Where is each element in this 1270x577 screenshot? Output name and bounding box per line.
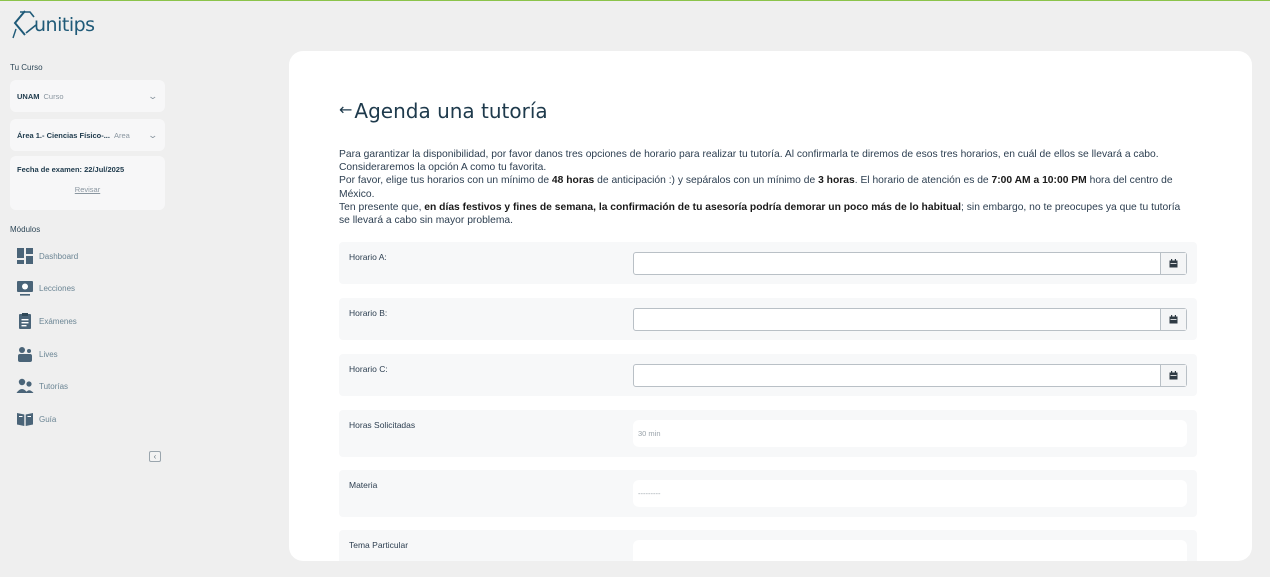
horario-a-input[interactable] — [633, 252, 1187, 275]
lives-icon — [16, 345, 34, 363]
chevron-down-icon: ⌄ — [147, 90, 159, 101]
sidebar-item-label: Tutorías — [39, 381, 69, 391]
horario-b-label: Horario B: — [349, 308, 388, 318]
horario-a-row: Horario A: — [339, 242, 1197, 284]
sidebar-item-dashboard[interactable]: Dashboard — [16, 247, 78, 265]
dashboard-icon — [16, 247, 34, 265]
horario-a-label: Horario A: — [349, 252, 387, 262]
sidebar-item-lives[interactable]: Lives — [16, 345, 58, 363]
tema-particular-row: Tema Particular — [339, 530, 1197, 561]
horario-a-field[interactable] — [634, 253, 1160, 274]
horario-c-input[interactable] — [633, 364, 1187, 387]
sidebar-item-label: Guía — [39, 414, 57, 424]
course-section-label: Tu Curso — [10, 63, 43, 72]
horas-solicitadas-value: 30 min — [633, 420, 1187, 447]
instructions-paragraph-2: Por favor, elige tus horarios con un mín… — [339, 175, 1173, 200]
course-select-hint: Curso — [43, 91, 64, 101]
guide-icon — [16, 410, 34, 428]
horario-b-row: Horario B: — [339, 298, 1197, 340]
page-title-text: Agenda una tutoría — [354, 99, 548, 123]
course-select[interactable]: UNAM Curso ⌄ — [10, 80, 165, 112]
sidebar-item-lecciones[interactable]: Lecciones — [16, 279, 75, 297]
horas-solicitadas-label: Horas Solicitadas — [349, 420, 416, 430]
horario-b-input[interactable] — [633, 308, 1187, 331]
exams-icon — [16, 312, 34, 330]
instructions-paragraph-1: Para garantizar la disponibilidad, por f… — [339, 149, 1159, 174]
materia-value: --------- — [633, 480, 1187, 507]
sidebar-item-label: Lives — [39, 349, 58, 359]
horario-b-field[interactable] — [634, 309, 1160, 330]
sidebar-item-tutorias[interactable]: Tutorías — [16, 377, 68, 395]
sidebar-item-guia[interactable]: Guía — [16, 410, 56, 428]
calendar-icon — [1169, 371, 1178, 380]
chevron-down-icon: ⌄ — [147, 129, 159, 140]
area-select[interactable]: Área 1.- Ciencias Físico-... Area ⌄ — [10, 119, 165, 151]
calendar-icon — [1169, 259, 1178, 268]
tema-particular-value[interactable] — [633, 540, 1187, 561]
tutoring-icon — [16, 377, 34, 395]
instructions-text: Para garantizar la disponibilidad, por f… — [339, 148, 1184, 227]
sidebar-item-examenes[interactable]: Exámenes — [16, 312, 77, 330]
calendar-button[interactable] — [1160, 309, 1186, 330]
main-panel: ← Agenda una tutoría Para garantizar la … — [289, 51, 1252, 561]
collapse-sidebar-button[interactable]: ‹ — [149, 451, 161, 462]
course-select-value: UNAM — [17, 91, 40, 101]
sidebar-item-label: Dashboard — [39, 251, 79, 261]
lessons-icon — [16, 279, 34, 297]
area-select-value: Área 1.- Ciencias Físico-... — [17, 130, 110, 140]
horario-c-row: Horario C: — [339, 354, 1197, 396]
sidebar-item-label: Lecciones — [39, 283, 76, 293]
sidebar-item-label: Exámenes — [39, 316, 77, 326]
area-select-hint: Area — [113, 130, 130, 140]
calendar-button[interactable] — [1160, 365, 1186, 386]
materia-row: Materia --------- — [339, 470, 1197, 517]
materia-label: Materia — [349, 480, 378, 490]
horas-solicitadas-row: Horas Solicitadas 30 min — [339, 410, 1197, 457]
exam-date-text: Fecha de examen: 22/Jul/2025 — [17, 165, 125, 174]
sidebar: Tu Curso UNAM Curso ⌄ Área 1.- Ciencias … — [0, 1, 175, 577]
back-arrow-icon[interactable]: ← — [339, 100, 352, 119]
calendar-icon — [1169, 315, 1178, 324]
horario-c-field[interactable] — [634, 365, 1160, 386]
exam-date-card: Fecha de examen: 22/Jul/2025 Revisar — [10, 156, 165, 210]
instructions-paragraph-3: Ten presente que, en días festivos y fin… — [339, 201, 1181, 227]
horario-c-label: Horario C: — [349, 364, 388, 374]
tema-particular-label: Tema Particular — [349, 540, 409, 550]
review-exam-link[interactable]: Revisar — [10, 185, 165, 194]
calendar-button[interactable] — [1160, 253, 1186, 274]
page-title: ← Agenda una tutoría — [339, 99, 548, 123]
modules-section-label: Módulos — [10, 225, 41, 234]
